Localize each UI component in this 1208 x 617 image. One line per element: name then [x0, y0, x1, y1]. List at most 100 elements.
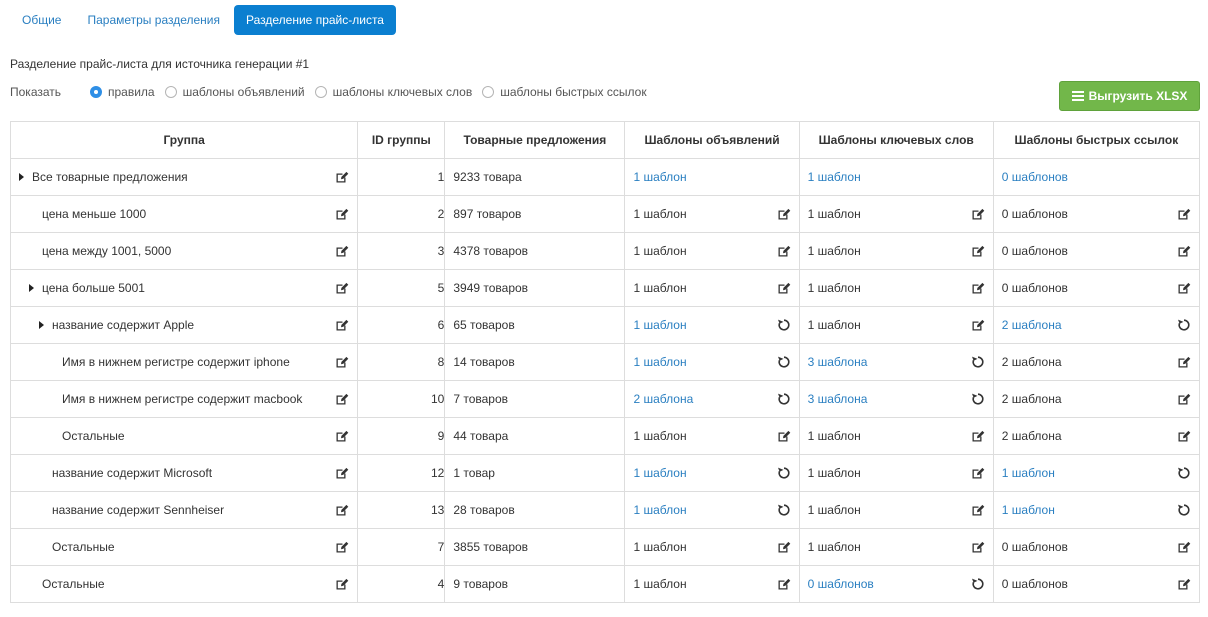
- radio-button[interactable]: [314, 86, 327, 98]
- cell-group: цена между 1001, 5000: [9, 232, 359, 270]
- edit-icon[interactable]: [1177, 577, 1191, 591]
- cell-keywords: 1 шаблон: [798, 306, 994, 344]
- cell-keywords: 1 шаблон: [798, 528, 994, 566]
- edit-icon[interactable]: [777, 244, 791, 258]
- cell-group-id: 3: [357, 232, 446, 270]
- edit-icon[interactable]: [335, 577, 349, 591]
- group-name: Имя в нижнем регистре содержит iphone: [62, 355, 290, 369]
- tab-bar: Общие Параметры разделения Разделение пр…: [10, 5, 398, 35]
- cell-group: название содержит Apple: [9, 306, 359, 344]
- reset-icon[interactable]: [777, 318, 791, 332]
- offers-count: 44 товара: [453, 429, 509, 443]
- ads-count[interactable]: 1 шаблон: [633, 318, 687, 332]
- radio-button[interactable]: [90, 86, 102, 98]
- edit-icon[interactable]: [971, 503, 985, 517]
- quicklinks-count[interactable]: 1 шаблон: [1001, 503, 1055, 517]
- edit-icon[interactable]: [971, 540, 985, 554]
- edit-icon[interactable]: [1177, 244, 1191, 258]
- expand-caret-icon[interactable]: [29, 284, 34, 292]
- edit-icon[interactable]: [777, 207, 791, 221]
- ads-count[interactable]: 1 шаблон: [633, 170, 687, 184]
- edit-icon[interactable]: [1177, 429, 1191, 443]
- keywords-count[interactable]: 1 шаблон: [807, 170, 861, 184]
- cell-group-id: 9: [357, 417, 446, 455]
- ads-count[interactable]: 2 шаблона: [633, 392, 694, 406]
- expand-caret-icon[interactable]: [39, 321, 44, 329]
- edit-icon[interactable]: [1177, 207, 1191, 221]
- edit-icon[interactable]: [335, 281, 349, 295]
- radio-button[interactable]: [164, 86, 177, 98]
- radio-button[interactable]: [482, 86, 495, 98]
- cell-offers: 3949 товаров: [444, 269, 626, 307]
- ads-count[interactable]: 1 шаблон: [633, 466, 687, 480]
- edit-icon[interactable]: [1177, 355, 1191, 369]
- expand-caret-icon[interactable]: [19, 173, 24, 181]
- cell-quicklinks: 0 шаблонов: [992, 528, 1201, 566]
- cell-group: цена меньше 1000: [9, 195, 359, 233]
- quicklinks-count[interactable]: 1 шаблон: [1001, 466, 1055, 480]
- export-xlsx-button[interactable]: Выгрузить XLSX: [1059, 81, 1200, 111]
- radio-ad-templates[interactable]: шаблоны объявлений: [164, 85, 305, 99]
- tab-split-params[interactable]: Параметры разделения: [75, 5, 232, 35]
- edit-icon[interactable]: [971, 429, 985, 443]
- reset-icon[interactable]: [777, 466, 791, 480]
- cell-group-id: 13: [357, 491, 446, 529]
- edit-icon[interactable]: [971, 466, 985, 480]
- radio-quicklink-templates[interactable]: шаблоны быстрых ссылок: [482, 85, 647, 99]
- edit-icon[interactable]: [335, 392, 349, 406]
- ads-count[interactable]: 1 шаблон: [633, 503, 687, 517]
- radio-keyword-templates[interactable]: шаблоны ключевых слов: [314, 85, 472, 99]
- edit-icon[interactable]: [971, 244, 985, 258]
- group-name: название содержит Sennheiser: [52, 503, 225, 517]
- edit-icon[interactable]: [335, 466, 349, 480]
- cell-group-id: 4: [357, 565, 446, 603]
- cell-quicklinks: 1 шаблон: [992, 491, 1201, 529]
- edit-icon[interactable]: [335, 207, 349, 221]
- edit-icon[interactable]: [335, 503, 349, 517]
- edit-icon[interactable]: [1177, 392, 1191, 406]
- edit-icon[interactable]: [335, 318, 349, 332]
- edit-icon[interactable]: [971, 318, 985, 332]
- edit-icon[interactable]: [777, 281, 791, 295]
- edit-icon[interactable]: [777, 577, 791, 591]
- show-label: Показать: [10, 85, 62, 99]
- tab-price-split[interactable]: Разделение прайс-листа: [234, 5, 396, 35]
- reset-icon[interactable]: [971, 392, 985, 406]
- edit-icon[interactable]: [335, 244, 349, 258]
- cell-group: Остальные: [9, 528, 359, 566]
- edit-icon[interactable]: [777, 540, 791, 554]
- ads-count[interactable]: 1 шаблон: [633, 355, 687, 369]
- cell-group-id: 8: [357, 343, 446, 381]
- reset-icon[interactable]: [777, 503, 791, 517]
- ads-count: 1 шаблон: [633, 429, 687, 443]
- reset-icon[interactable]: [971, 577, 985, 591]
- radio-rules[interactable]: правила: [90, 85, 155, 99]
- quicklinks-count: 0 шаблонов: [1001, 281, 1068, 295]
- edit-icon[interactable]: [335, 540, 349, 554]
- edit-icon[interactable]: [1177, 540, 1191, 554]
- edit-icon[interactable]: [1177, 281, 1191, 295]
- reset-icon[interactable]: [1177, 318, 1191, 332]
- radio-label: правила: [108, 85, 155, 99]
- cell-ads: 1 шаблон: [624, 195, 800, 233]
- edit-icon[interactable]: [335, 170, 349, 184]
- reset-icon[interactable]: [777, 392, 791, 406]
- keywords-count[interactable]: 3 шаблона: [807, 355, 868, 369]
- cell-offers: 4378 товаров: [444, 232, 626, 270]
- quicklinks-count[interactable]: 0 шаблонов: [1001, 170, 1068, 184]
- edit-icon[interactable]: [971, 281, 985, 295]
- reset-icon[interactable]: [1177, 503, 1191, 517]
- tab-general[interactable]: Общие: [10, 5, 73, 35]
- edit-icon[interactable]: [335, 429, 349, 443]
- quicklinks-count[interactable]: 2 шаблона: [1001, 318, 1062, 332]
- keywords-count[interactable]: 3 шаблона: [807, 392, 868, 406]
- edit-icon[interactable]: [971, 207, 985, 221]
- keywords-count[interactable]: 0 шаблонов: [807, 577, 874, 591]
- reset-icon[interactable]: [777, 355, 791, 369]
- reset-icon[interactable]: [971, 355, 985, 369]
- cell-quicklinks: 0 шаблонов: [992, 195, 1201, 233]
- quicklinks-count: 0 шаблонов: [1001, 577, 1068, 591]
- edit-icon[interactable]: [335, 355, 349, 369]
- edit-icon[interactable]: [777, 429, 791, 443]
- reset-icon[interactable]: [1177, 466, 1191, 480]
